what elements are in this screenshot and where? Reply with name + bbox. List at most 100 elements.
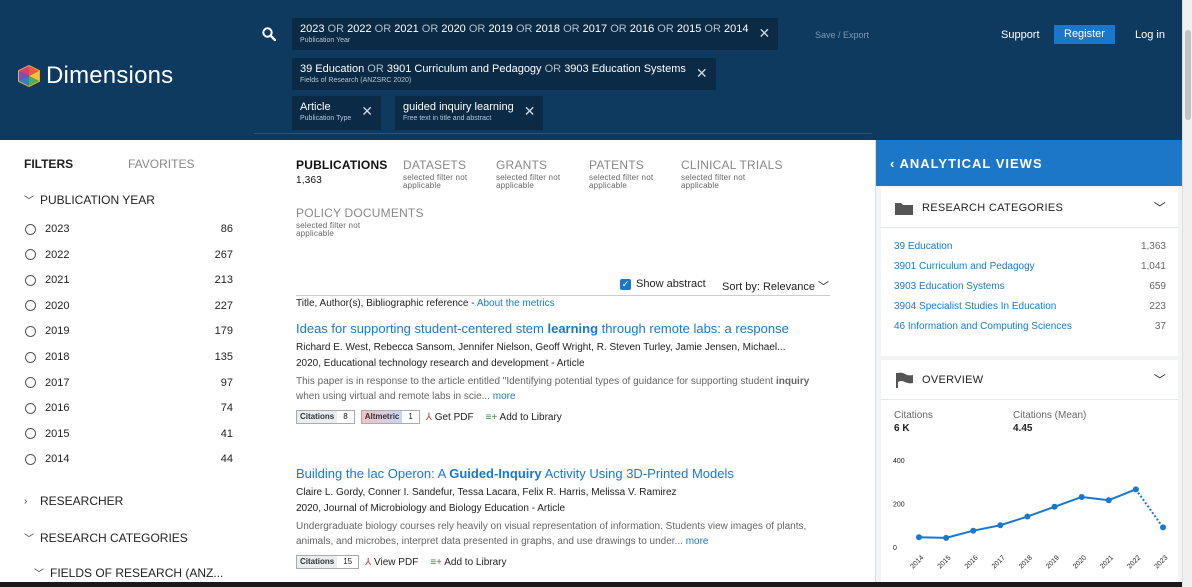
tab-datasets[interactable]: DATASETS selected filter not applicable — [403, 158, 483, 190]
add-to-library-icon: ≡+ — [430, 556, 442, 568]
pdf-icon: ⅄ — [365, 556, 372, 568]
close-icon[interactable]: ✕ — [361, 101, 373, 121]
year-filter-2021[interactable]: 2021 213 — [25, 271, 233, 289]
category-link[interactable]: 46 Information and Computing Sciences — [894, 321, 1072, 332]
year-filter-2017[interactable]: 2017 97 — [25, 374, 233, 392]
year-filter-2018[interactable]: 2018 135 — [25, 348, 233, 366]
support-link[interactable]: Support — [1001, 29, 1040, 41]
radio-icon[interactable] — [25, 249, 36, 261]
tab-patents[interactable]: PATENTS selected filter not applicable — [589, 158, 669, 190]
tab-publications[interactable]: PUBLICATIONS 1,363 — [296, 158, 388, 186]
search-icon[interactable] — [262, 27, 276, 41]
fields-of-research-section[interactable]: ﹀ FIELDS OF RESEARCH (ANZ... — [34, 565, 223, 581]
data-point — [997, 522, 1004, 529]
year-filter-2022[interactable]: 2022 267 — [25, 246, 233, 264]
radio-icon[interactable] — [25, 223, 36, 235]
year-filter-2016[interactable]: 2016 74 — [25, 399, 233, 417]
altmetric-badge[interactable]: Altmetric 1 — [360, 410, 420, 424]
category-link[interactable]: 3903 Education Systems — [894, 281, 1005, 292]
chevron-down-icon[interactable]: ﹀ — [1154, 371, 1166, 388]
save-export-link[interactable]: Save / Export — [815, 30, 869, 40]
radio-icon[interactable] — [25, 351, 36, 363]
about-metrics-link[interactable]: About the metrics — [477, 298, 555, 309]
tab-filters[interactable]: FILTERS — [24, 157, 73, 171]
close-icon[interactable]: ✕ — [696, 63, 708, 83]
filter-chip-free-text[interactable]: guided inquiry learning Free text in tit… — [395, 96, 544, 130]
category-row[interactable]: 46 Information and Computing Sciences 37 — [881, 316, 1178, 336]
radio-icon[interactable] — [25, 428, 36, 440]
category-link[interactable]: 3901 Curriculum and Pedagogy — [894, 261, 1035, 272]
title-segment: Building the lac Operon: A — [296, 466, 450, 481]
year-filter-2020[interactable]: 2020 227 — [25, 297, 233, 315]
publication-year-section[interactable]: ﹀ PUBLICATION YEAR — [24, 192, 155, 208]
radio-icon[interactable] — [25, 325, 36, 337]
citations-badge[interactable]: Citations 8 — [296, 410, 355, 424]
citations-count: 15 — [343, 557, 353, 566]
filter-chip-publication-type[interactable]: Article Publication Type ✕ — [292, 96, 381, 130]
more-link[interactable]: more — [493, 391, 516, 402]
checkbox-checked-icon[interactable]: ✓ — [620, 278, 631, 290]
filter-chip-publication-year[interactable]: 2023 OR 2022 OR 2021 OR 2020 OR 2019 OR … — [292, 18, 779, 50]
show-abstract-toggle[interactable]: ✓ Show abstract — [620, 278, 706, 290]
category-row[interactable]: 3903 Education Systems 659 — [881, 276, 1178, 296]
research-categories-header[interactable]: RESEARCH CATEGORIES ﹀ — [881, 188, 1178, 228]
radio-icon[interactable] — [25, 274, 36, 286]
add-to-library-button[interactable]: ≡+ Add to Library — [486, 412, 562, 423]
research-categories-section[interactable]: ﹀ RESEARCH CATEGORIES — [24, 530, 188, 546]
year-count: 74 — [220, 402, 233, 415]
radio-icon[interactable] — [25, 453, 36, 465]
result-publication: 2020, Educational technology research an… — [296, 358, 585, 369]
year-filter-2023[interactable]: 2023 86 — [25, 220, 233, 238]
chip-value: 2016 — [629, 23, 655, 35]
radio-icon[interactable] — [25, 377, 36, 389]
close-icon[interactable]: ✕ — [758, 23, 770, 43]
overview-header[interactable]: OVERVIEW ﹀ — [881, 360, 1178, 400]
chevron-down-icon: ﹀ — [818, 281, 829, 293]
login-link[interactable]: Log in — [1135, 29, 1165, 41]
view-pdf-button[interactable]: ⅄ View PDF — [365, 557, 418, 568]
radio-icon[interactable] — [25, 402, 36, 414]
year-filter-2019[interactable]: 2019 179 — [25, 322, 233, 340]
category-row[interactable]: 3901 Curriculum and Pedagogy 1,041 — [881, 256, 1178, 276]
tab-label: PUBLICATIONS — [296, 158, 388, 172]
category-link[interactable]: 3904 Specialist Studies In Education — [894, 301, 1056, 312]
page-scrollbar[interactable] — [1182, 0, 1192, 587]
sort-by-dropdown[interactable]: Sort by: Relevance ﹀ — [722, 278, 829, 294]
citations-value: 6 K — [894, 423, 910, 434]
result-title-link[interactable]: Building the lac Operon: A Guided-Inquir… — [296, 466, 832, 482]
close-icon[interactable]: ✕ — [524, 101, 536, 121]
result-authors: Richard E. West, Rebecca Sansom, Jennife… — [296, 342, 786, 353]
result-title-link[interactable]: Ideas for supporting student-centered st… — [296, 321, 832, 337]
scrollbar-thumb[interactable] — [1185, 30, 1191, 120]
category-link[interactable]: 39 Education — [894, 241, 952, 252]
chevron-down-icon[interactable]: ﹀ — [1154, 199, 1166, 216]
year-count: 179 — [214, 325, 233, 338]
category-row[interactable]: 3904 Specialist Studies In Education 223 — [881, 296, 1178, 316]
category-row[interactable]: 39 Education 1,363 — [881, 236, 1178, 256]
chip-value: 2015 — [676, 23, 702, 35]
tab-favorites[interactable]: FAVORITES — [128, 157, 194, 171]
result-publication: 2020, Journal of Microbiology and Biolog… — [296, 503, 566, 514]
add-to-library-button[interactable]: ≡+ Add to Library — [430, 557, 506, 568]
altmetric-score: 1 — [408, 412, 413, 421]
get-pdf-button[interactable]: ⅄ Get PDF — [426, 412, 474, 423]
tab-grants[interactable]: GRANTS selected filter not applicable — [496, 158, 576, 190]
researcher-section[interactable]: › RESEARCHER — [24, 494, 123, 508]
year-filter-2015[interactable]: 2015 41 — [25, 425, 233, 443]
register-button[interactable]: Register — [1054, 25, 1115, 44]
chevron-left-icon[interactable]: ‹ — [890, 156, 895, 171]
filter-chip-fields-of-research[interactable]: 39 Education OR 3901 Curriculum and Peda… — [292, 58, 716, 90]
tab-clinical-trials[interactable]: CLINICAL TRIALS selected filter not appl… — [681, 158, 783, 190]
analytical-views-header[interactable]: ‹ ANALYTICAL VIEWS — [876, 140, 1183, 186]
logo[interactable]: Dimensions — [18, 62, 173, 90]
more-link[interactable]: more — [686, 536, 709, 547]
citations-badge[interactable]: Citations 15 — [296, 555, 360, 569]
citations-label: Citations — [894, 410, 933, 421]
year-label: 2016 — [45, 402, 70, 415]
year-count: 86 — [220, 223, 233, 235]
chip-value: 39 Education — [300, 63, 365, 75]
tab-policy-documents[interactable]: POLICY DOCUMENTS selected filter not app… — [296, 206, 424, 238]
show-abstract-label: Show abstract — [636, 278, 706, 290]
year-filter-2014[interactable]: 2014 44 — [25, 450, 233, 468]
radio-icon[interactable] — [25, 300, 36, 312]
